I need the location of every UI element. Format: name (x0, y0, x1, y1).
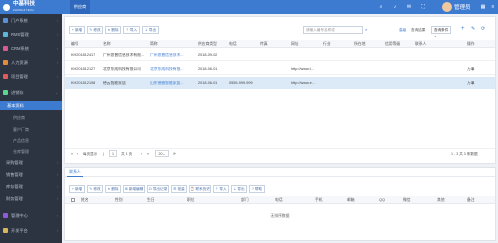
next-page-icon[interactable]: › (141, 152, 142, 156)
brand: 中基科技 ZHONGJI TECH (0, 0, 62, 14)
export-button[interactable]: ⇣ 导出 (142, 26, 159, 34)
page-input[interactable]: 1 (109, 150, 117, 157)
fullscreen-icon[interactable]: ⛶ (420, 4, 426, 10)
sidebar-item-hr[interactable]: 人力资源 › (0, 58, 62, 67)
admin-icon (3, 213, 8, 218)
contact-export-button[interactable]: ⇣ 导出 (231, 185, 247, 193)
col-web[interactable]: 网址 (291, 42, 299, 47)
prev-page-icon[interactable]: ‹ (77, 152, 78, 156)
menu-icon[interactable]: ≡ (490, 4, 496, 10)
last-page-icon[interactable]: » (147, 152, 149, 156)
sidebar-item-project[interactable]: 项目管理 › (0, 72, 62, 81)
sidebar-item-portal[interactable]: 门户系统 › (0, 16, 62, 25)
sidebar-item-sales[interactable]: 销售管理 › (0, 171, 62, 179)
first-page-icon[interactable]: « (71, 152, 73, 156)
sidebar-item-admin[interactable]: 管理中心 › (0, 211, 62, 220)
contact-edit-button[interactable]: ✎ 修改 (87, 185, 103, 193)
sidebar-item-warehouse[interactable]: 仓库管理 (0, 148, 62, 156)
contact-batch-button[interactable]: ☰ 批量 (171, 185, 187, 193)
page-separator: | (103, 152, 104, 156)
contact-add-button[interactable]: + 新增 (69, 185, 85, 193)
sidebar-item-crm[interactable]: CRM系统 › (0, 44, 62, 53)
user-name[interactable]: 管理员 (454, 3, 471, 11)
contact-delete-button[interactable]: ✕ 删除 (105, 185, 121, 193)
col-action[interactable]: 操作 (467, 42, 475, 47)
contact-help-button[interactable]: ? 帮助 (249, 185, 265, 193)
add-button[interactable]: + 新增 (69, 26, 85, 34)
col-location[interactable]: 所在地 (354, 42, 365, 47)
topbar: 供应商 ⌕ ♪ ✉ ⛶ 管理员 ▦ ≡ (62, 0, 498, 14)
col-fax[interactable]: 传真 (260, 42, 268, 47)
bell-icon[interactable]: ♪ (392, 4, 398, 10)
grid-icon[interactable]: ▦ (480, 4, 486, 10)
sidebar-item-rms[interactable]: RMS管理 › (0, 30, 62, 39)
crm-icon (3, 46, 8, 51)
select-all-checkbox[interactable] (71, 198, 75, 202)
jxc-icon (3, 90, 8, 95)
contact-import-button[interactable]: ⇡ 导入 (213, 185, 229, 193)
search-icon-btn[interactable]: ⌕ (365, 27, 367, 32)
contact-panel: 联系人 + 新增 ✎ 修改 ✕ 删除 ⊞ 新增编辑 ⊡ 导出记录 ☰ 批量 ⌚ 联系历史 ⇡ 导… (64, 167, 496, 241)
col-industry[interactable]: 行业 (323, 42, 331, 47)
message-icon[interactable]: ✉ (406, 4, 412, 10)
query-select[interactable]: 查询条件 ⌄ (431, 26, 451, 38)
search-icon[interactable]: ⌕ (378, 4, 384, 10)
sidebar-item-supplier[interactable]: 供应商 (0, 114, 62, 122)
refresh-icon[interactable]: ⟳ (481, 26, 485, 32)
col-short[interactable]: 简称 (150, 42, 158, 47)
dev-icon (3, 228, 8, 233)
rms-icon (3, 32, 8, 37)
edit-button[interactable]: ✎ 修改 (87, 26, 103, 34)
avatar[interactable] (442, 2, 452, 12)
sidebar-item-stock[interactable]: 库存管理 › (0, 183, 62, 191)
sidebar-item-jxc[interactable]: 进销存 ⌄ (0, 88, 62, 97)
contact-table-header: 姓名 性别 生日 职位 部门 电话 手机 邮箱 QQ 微信 其他 备注 (65, 196, 495, 204)
search-input[interactable]: 请输入编号名称或 (303, 26, 363, 34)
refresh-page-icon[interactable]: ⟳ (173, 152, 176, 156)
col-name[interactable]: 名称 (103, 42, 111, 47)
col-credit[interactable]: 信用等级 (385, 42, 400, 47)
col-contact[interactable]: 联系人 (415, 42, 426, 47)
sidebar-item-product[interactable]: 产品信息 (0, 137, 62, 145)
sidebar: 中基科技 ZHONGJI TECH 门户系统 › RMS管理 › CRM系统 › 人力… (0, 0, 62, 243)
contact-toolbar: + 新增 ✎ 修改 ✕ 删除 ⊞ 新增编辑 ⊡ 导出记录 ☰ 批量 ⌚ 联系历史 ⇡ 导入 ⇣ 导… (69, 185, 489, 193)
advanced-query-link[interactable]: 高级 (399, 28, 406, 33)
hr-icon (3, 60, 8, 65)
col-type[interactable]: 供应商类型 (198, 42, 217, 47)
col-phone[interactable]: 电话 (229, 42, 237, 47)
empty-message: 无排序数据 (270, 214, 290, 218)
brand-sub: ZHONGJI TECH (13, 7, 34, 12)
project-icon (3, 74, 8, 79)
query-label: 查询结果 (411, 28, 426, 32)
supplier-panel: + 新增 ✎ 修改 ✕ 删除 ⇡ 导入 ⇣ 导出 请输入编号名称或 ⌕ 高级 查询结果 查… (64, 16, 496, 164)
table-row[interactable]: KH201812417 广州思普信息技术有限... 广州思普信息技术... 20… (65, 49, 495, 61)
pager: « ‹ 每页显示 | 1 共 1 页 › » 20 ⌄ ⟳ 1 - 3 共 3 … (65, 148, 495, 158)
tab-supplier[interactable]: 供应商 (70, 0, 90, 14)
logo-icon (3, 3, 10, 11)
sidebar-item-basic[interactable]: 基本资料 (0, 101, 62, 110)
toolbar: + 新增 ✎ 修改 ✕ 删除 ⇡ 导入 ⇣ 导出 (69, 26, 469, 34)
sidebar-item-customer[interactable]: 客户厂商 (0, 126, 62, 134)
table-row[interactable]: KH201812127 北京东成科技有限公司 北京东成科技有限... 2018-… (65, 63, 495, 75)
contact-export-record-button[interactable]: ⊡ 导出记录 (147, 185, 169, 193)
tab-contacts[interactable]: 联系人 (67, 168, 83, 177)
import-button[interactable]: ⇡ 导入 (123, 26, 140, 34)
sidebar-item-purchase[interactable]: 采购管理 › (0, 159, 62, 167)
sidebar-item-finance[interactable]: 财务管理 › (0, 195, 62, 203)
page-size-select[interactable]: 20 ⌄ (155, 150, 169, 157)
edit-query-icon[interactable]: ✎ (471, 26, 475, 32)
table-header: 编号 名称 简称 供应商类型 电话 传真 网址 行业 所在地 信用等级 联系人 … (65, 40, 495, 48)
portal-icon (3, 18, 8, 23)
contact-add-edit-button[interactable]: ⊞ 新增编辑 (123, 185, 145, 193)
delete-button[interactable]: ✕ 删除 (105, 26, 121, 34)
table-row-selected[interactable]: KH201812198 德云智能家居 山东德雅智能家居... 2018-06-0… (65, 77, 495, 89)
col-code[interactable]: 编号 (71, 42, 79, 47)
add-query-icon[interactable]: + (461, 26, 465, 32)
sidebar-item-dev[interactable]: 开发平台 › (0, 226, 62, 235)
contact-history-button[interactable]: ⌚ 联系历史 (189, 185, 211, 193)
contact-tabs: 联系人 (65, 168, 495, 177)
